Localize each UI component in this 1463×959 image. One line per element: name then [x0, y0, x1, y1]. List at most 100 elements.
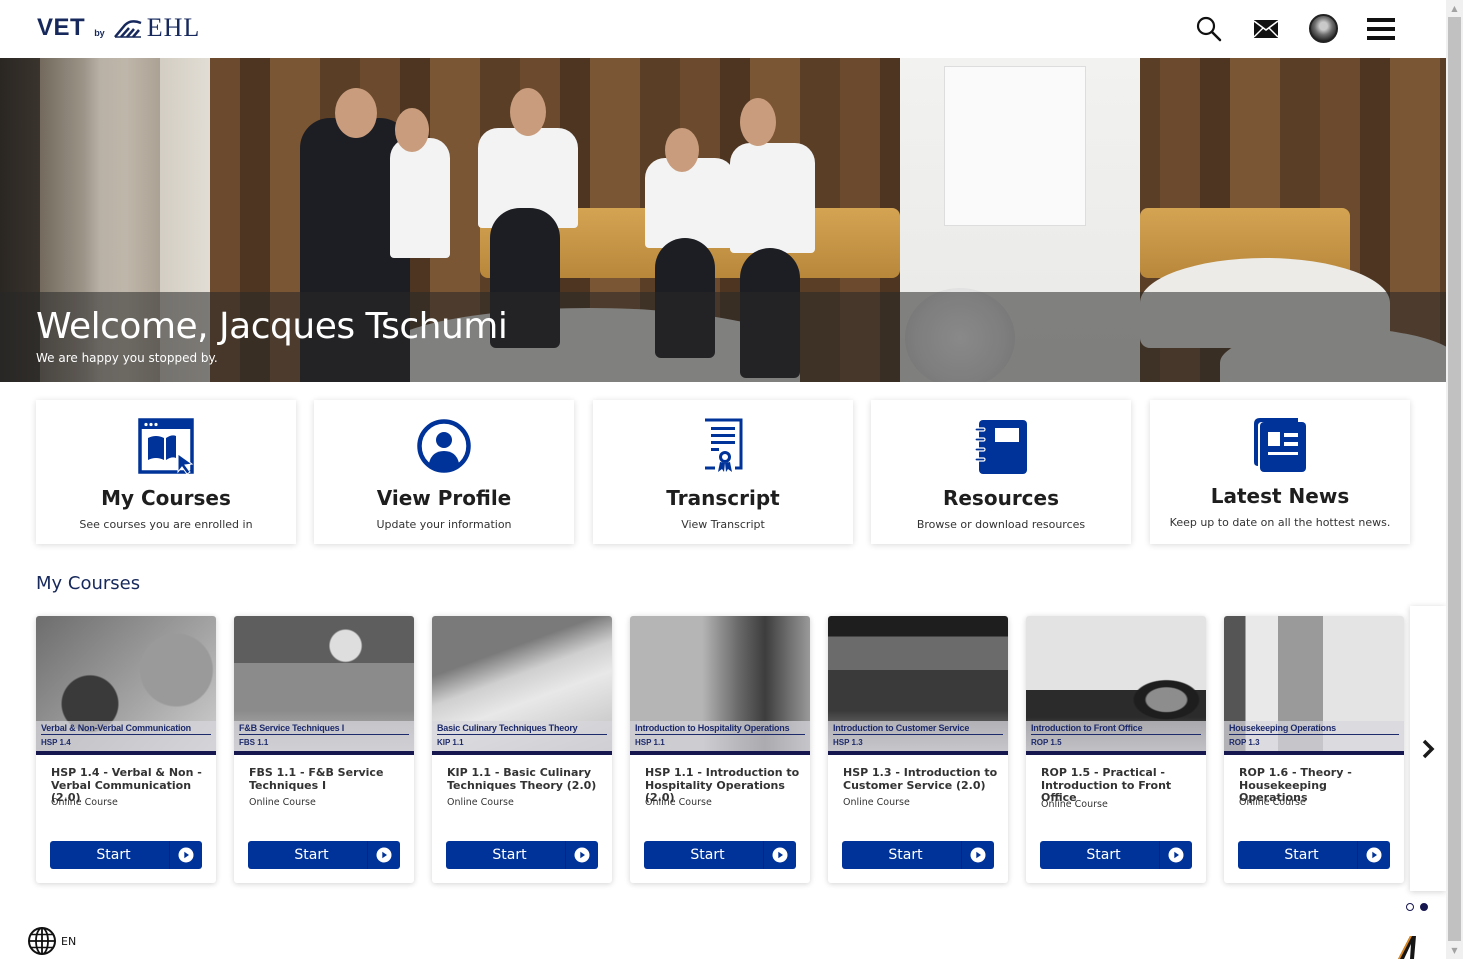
- my-courses-heading: My Courses: [36, 573, 141, 594]
- profile-icon: [417, 419, 471, 473]
- course-thumb-code: HSP 1.3: [833, 738, 863, 747]
- chevron-right-icon: [1422, 739, 1435, 758]
- play-circle-icon: [566, 841, 598, 869]
- course-thumb-code: HSP 1.1: [635, 738, 665, 747]
- course-thumb-title: Verbal & Non-Verbal Communication: [41, 723, 211, 735]
- messages-button[interactable]: [1251, 14, 1281, 44]
- play-circle-icon: [764, 841, 796, 869]
- carousel-dot-page-2[interactable]: [1420, 903, 1428, 911]
- hamburger-menu-icon: [1367, 18, 1395, 40]
- logo-vet-text: VET: [37, 14, 86, 41]
- start-course-button[interactable]: Start: [248, 841, 400, 869]
- course-title[interactable]: FBS 1.1 - F&B Service Techniques I: [249, 766, 409, 792]
- start-course-button[interactable]: Start: [644, 841, 796, 869]
- course-card[interactable]: Introduction to Hospitality Operations H…: [630, 616, 810, 883]
- hero-person-head: [395, 108, 429, 152]
- course-thumbnail: Introduction to Hospitality Operations H…: [630, 616, 810, 751]
- course-type: Online Course: [249, 797, 316, 808]
- start-course-button[interactable]: Start: [50, 841, 202, 869]
- quick-link-latest-news[interactable]: Latest News Keep up to date on all the h…: [1150, 400, 1410, 544]
- course-thumbnail: Housekeeping Operations ROP 1.3: [1224, 616, 1404, 751]
- course-type: Online Course: [51, 797, 118, 808]
- vet-by-ehl-logo[interactable]: VET by EHL: [37, 15, 200, 41]
- course-thumb-title: Housekeeping Operations: [1229, 723, 1399, 735]
- mail-icon: [1254, 20, 1278, 38]
- hero-person-head: [665, 128, 699, 172]
- start-label: Start: [690, 847, 725, 863]
- course-thumb-bar: [234, 751, 414, 755]
- top-header: VET by EHL: [0, 0, 1446, 58]
- hero-person: [645, 158, 735, 248]
- start-label: Start: [96, 847, 131, 863]
- course-card[interactable]: Verbal & Non-Verbal Communication HSP 1.…: [36, 616, 216, 883]
- quick-link-title: My Courses: [101, 486, 231, 510]
- course-thumbnail: F&B Service Techniques I FBS 1.1: [234, 616, 414, 751]
- play-circle-icon: [368, 841, 400, 869]
- globe-icon: [28, 927, 56, 955]
- course-thumb-bar: [1026, 751, 1206, 755]
- course-thumb-bar: [36, 751, 216, 755]
- user-avatar[interactable]: [1309, 14, 1338, 43]
- start-course-button[interactable]: Start: [1040, 841, 1192, 869]
- start-label: Start: [1284, 847, 1319, 863]
- course-thumb-bar: [828, 751, 1008, 755]
- hero-person-head: [510, 88, 546, 136]
- carousel-next-button[interactable]: [1410, 606, 1446, 891]
- course-card[interactable]: Housekeeping Operations ROP 1.3 ROP 1.6 …: [1224, 616, 1404, 883]
- quick-link-subtitle: Update your information: [376, 518, 512, 531]
- scrollbar-thumb[interactable]: [1448, 17, 1461, 941]
- course-title[interactable]: KIP 1.1 - Basic Culinary Techniques Theo…: [447, 766, 607, 792]
- start-course-button[interactable]: Start: [1238, 841, 1390, 869]
- course-title[interactable]: HSP 1.3 - Introduction to Customer Servi…: [843, 766, 1003, 792]
- course-thumb-bar: [432, 751, 612, 755]
- welcome-hero-banner: Welcome, Jacques Tschumi We are happy yo…: [0, 58, 1446, 382]
- start-label: Start: [1086, 847, 1121, 863]
- brand-mark-icon: [1398, 936, 1416, 959]
- newspaper-icon: [1254, 418, 1306, 472]
- quick-link-subtitle: Browse or download resources: [916, 518, 1086, 531]
- main-menu-button[interactable]: [1366, 14, 1396, 44]
- start-course-button[interactable]: Start: [446, 841, 598, 869]
- quick-link-view-profile[interactable]: View Profile Update your information: [314, 400, 574, 544]
- quick-link-resources[interactable]: Resources Browse or download resources: [871, 400, 1131, 544]
- course-thumb-title: Introduction to Customer Service: [833, 723, 1003, 735]
- scroll-up-arrow-icon[interactable]: ▲: [1446, 0, 1463, 17]
- course-thumb-code: FBS 1.1: [239, 738, 269, 747]
- transcript-certificate-icon: [705, 418, 743, 472]
- course-thumb-title: F&B Service Techniques I: [239, 723, 409, 735]
- quick-link-title: Transcript: [666, 486, 780, 510]
- quick-link-subtitle: See courses you are enrolled in: [79, 518, 253, 531]
- quick-link-subtitle: Keep up to date on all the hottest news.: [1169, 516, 1391, 529]
- quick-link-my-courses[interactable]: My Courses See courses you are enrolled …: [36, 400, 296, 544]
- carousel-dot-page-1[interactable]: [1406, 903, 1414, 911]
- course-type: Online Course: [645, 797, 712, 808]
- course-card[interactable]: Introduction to Front Office ROP 1.5 ROP…: [1026, 616, 1206, 883]
- course-card[interactable]: Basic Culinary Techniques Theory KIP 1.1…: [432, 616, 612, 883]
- course-thumbnail: Verbal & Non-Verbal Communication HSP 1.…: [36, 616, 216, 751]
- vertical-scrollbar[interactable]: ▲ ▼: [1446, 0, 1463, 959]
- start-course-button[interactable]: Start: [842, 841, 994, 869]
- search-button[interactable]: [1194, 14, 1224, 44]
- course-thumbnail: Introduction to Front Office ROP 1.5: [1026, 616, 1206, 751]
- quick-link-title: Resources: [942, 486, 1060, 510]
- play-circle-icon: [1358, 841, 1390, 869]
- notebook-icon: [974, 420, 1027, 474]
- hero-person-head: [335, 88, 377, 138]
- welcome-heading: Welcome, Jacques Tschumi: [36, 306, 508, 347]
- page: VET by EHL Welcome, Jacques Tschumi We a…: [0, 0, 1446, 959]
- course-card[interactable]: Introduction to Customer Service HSP 1.3…: [828, 616, 1008, 883]
- start-label: Start: [294, 847, 329, 863]
- quick-link-transcript[interactable]: Transcript View Transcript: [593, 400, 853, 544]
- play-circle-icon: [962, 841, 994, 869]
- play-circle-icon: [170, 841, 202, 869]
- course-card[interactable]: F&B Service Techniques I FBS 1.1 FBS 1.1…: [234, 616, 414, 883]
- hero-person: [730, 143, 815, 253]
- scroll-down-arrow-icon[interactable]: ▼: [1446, 942, 1463, 959]
- start-label: Start: [888, 847, 923, 863]
- course-thumb-title: Introduction to Hospitality Operations: [635, 723, 805, 735]
- language-selector[interactable]: EN: [27, 926, 76, 956]
- hero-person-head: [740, 98, 776, 146]
- course-type: Online Course: [1239, 797, 1306, 808]
- course-thumb-code: KIP 1.1: [437, 738, 464, 747]
- course-type: Online Course: [843, 797, 910, 808]
